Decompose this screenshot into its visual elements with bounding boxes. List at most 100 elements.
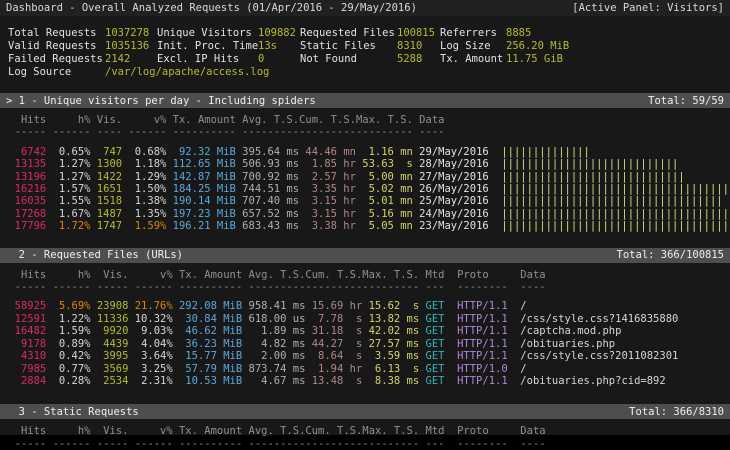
cell-cum: ---------	[305, 281, 362, 293]
cell-mtd: ---	[419, 438, 451, 450]
cell-proto: --------	[451, 281, 514, 293]
cell-max: 42.02 ms	[362, 325, 419, 337]
cell-bars: ||||||||||||||	[495, 146, 730, 158]
cell-proto: Proto	[451, 425, 514, 437]
cell-avg: 618.00 us	[242, 313, 305, 325]
cell-proto: HTTP/1.1	[451, 325, 514, 337]
cell-tx: ----------	[173, 281, 243, 293]
cell-max: 13.82 ms	[362, 313, 419, 325]
table-header-row: Hitsh%Vis.v%Tx. AmountAvg. T.S.Cum. T.S.…	[2, 269, 730, 281]
panel-total-badge: Total: 366/100815	[617, 249, 724, 261]
table-row[interactable]: 28840.28%25342.31%10.53 MiB4.67 ms13.48 …	[2, 375, 730, 387]
table-row[interactable]: 177961.72%17471.59%196.21 MiB683.43 ms3.…	[2, 220, 730, 232]
cell-avg: 873.74 ms	[242, 363, 305, 375]
cell-avg: Avg. T.S.	[242, 269, 305, 281]
cell-bars: |||||||||||||||||||||||||||||||||||||||	[495, 220, 730, 232]
table-row[interactable]: 125911.22%1133610.32%30.84 MiB618.00 us7…	[2, 313, 730, 325]
summary-label: Referrers	[440, 27, 506, 40]
cell-url: /	[514, 363, 527, 375]
table-row[interactable]: 131961.27%14221.29%142.87 MiB700.92 ms2.…	[2, 171, 730, 183]
cell-hits: 9178	[2, 338, 46, 350]
summary-label: Total Requests	[8, 27, 105, 40]
cell-avg: 4.82 ms	[242, 338, 305, 350]
cell-hits: Hits	[2, 269, 46, 281]
cell-date: 27/May/2016	[413, 171, 495, 183]
summary-value: 2142	[105, 53, 157, 66]
table-row[interactable]: 162161.57%16511.50%184.25 MiB744.51 ms3.…	[2, 183, 730, 195]
cell-hpct: 0.65%	[46, 146, 90, 158]
cell-hpct: ------	[46, 438, 90, 450]
cell-date: Data	[413, 114, 495, 126]
cell-vis: -----	[91, 281, 129, 293]
cell-hpct: ------	[46, 126, 90, 138]
table-row[interactable]: 589255.69%2390821.76%292.08 MiB958.41 ms…	[2, 300, 730, 312]
cell-hpct: 0.42%	[46, 350, 90, 362]
cell-vpct: 1.29%	[122, 171, 166, 183]
panel-requested-files: 2 - Requested Files (URLs) Total: 366/10…	[0, 248, 730, 388]
cell-vpct: 1.50%	[122, 183, 166, 195]
table-row[interactable]: 67420.65%7470.68%92.32 MiB395.64 ms44.46…	[2, 146, 730, 158]
table-row[interactable]: 91780.89%44394.04%36.23 MiB4.82 ms44.27 …	[2, 338, 730, 350]
cell-hits: 13196	[2, 171, 46, 183]
cell-hpct: 1.72%	[46, 220, 90, 232]
cell-vis: 3569	[91, 363, 129, 375]
cell-vpct: ------	[128, 281, 172, 293]
cell-hits: 4310	[2, 350, 46, 362]
cell-vis: 2534	[91, 375, 129, 387]
cell-max: ---------	[356, 126, 413, 138]
cell-tx: 92.32 MiB	[166, 146, 236, 158]
cell-mtd: GET	[419, 300, 451, 312]
cell-hits: 2884	[2, 375, 46, 387]
panel-header-visitors[interactable]: > 1 - Unique visitors per day - Includin…	[0, 93, 730, 108]
panel-header-requested-files[interactable]: 2 - Requested Files (URLs) Total: 366/10…	[0, 248, 730, 263]
cell-hpct: 1.22%	[46, 313, 90, 325]
cell-hpct: 0.77%	[46, 363, 90, 375]
cell-max: ---------	[362, 438, 419, 450]
summary-label: Not Found	[300, 53, 397, 66]
cell-vpct: 2.31%	[128, 375, 172, 387]
table-row[interactable]: 172681.67%14871.35%197.23 MiB657.52 ms3.…	[2, 208, 730, 220]
cell-url: ----	[514, 438, 546, 450]
cell-tx: 196.21 MiB	[166, 220, 236, 232]
table-dash-row: ----------------------------------------…	[2, 281, 730, 293]
cell-avg: ---------	[242, 281, 305, 293]
cell-date: 24/May/2016	[413, 208, 495, 220]
panel-total-badge: Total: 366/8310	[629, 406, 724, 418]
cell-cum: 1.85 hr	[299, 158, 356, 170]
table-row[interactable]: 160351.55%15181.38%190.14 MiB707.40 ms3.…	[2, 195, 730, 207]
table-row[interactable]: 164821.59%99209.03%46.62 MiB1.89 ms31.18…	[2, 325, 730, 337]
cell-hpct: h%	[46, 269, 90, 281]
cell-vis: ----	[91, 126, 123, 138]
panel-total-badge: Total: 59/59	[648, 95, 724, 107]
summary-value: 8310	[397, 40, 440, 53]
cell-vpct: 3.25%	[128, 363, 172, 375]
cell-avg: Avg. T.S.	[242, 425, 305, 437]
cell-vis: 747	[91, 146, 123, 158]
cell-cum: 13.48 s	[305, 375, 362, 387]
table-row[interactable]: 43100.42%39953.64%15.77 MiB2.00 ms8.64 s…	[2, 350, 730, 362]
cell-cum: ---------	[299, 126, 356, 138]
summary-label: Excl. IP Hits	[157, 53, 258, 66]
cell-hits: 12591	[2, 313, 46, 325]
cell-url: /	[514, 300, 527, 312]
table-row[interactable]: 131351.27%13001.18%112.65 MiB506.93 ms1.…	[2, 158, 730, 170]
panel-header-static-requests[interactable]: 3 - Static Requests Total: 366/8310	[0, 404, 730, 419]
cell-bars: ||||||||||||||||||||||||||||||||||||||	[495, 208, 730, 220]
cell-cum: Cum. T.S.	[305, 269, 362, 281]
visitors-table: Hitsh%Vis.v%Tx. AmountAvg. T.S.Cum. T.S.…	[0, 114, 730, 233]
cell-cum: 7.78 s	[305, 313, 362, 325]
cell-tx: 36.23 MiB	[173, 338, 243, 350]
cell-cum: 1.94 hr	[305, 363, 362, 375]
cell-proto: HTTP/1.1	[451, 350, 514, 362]
cell-cum: 44.46 mn	[299, 146, 356, 158]
cell-max: 5.02 mn	[356, 183, 413, 195]
summary-label: Init. Proc. Time	[157, 40, 258, 53]
cell-mtd: ---	[419, 281, 451, 293]
table-row[interactable]: 79850.77%35693.25%57.79 MiB873.74 ms1.94…	[2, 363, 730, 375]
cell-bars: ||||||||||||||||||||||||||||||||||||	[495, 183, 730, 195]
cell-vpct: 21.76%	[128, 300, 172, 312]
cell-hpct: 1.67%	[46, 208, 90, 220]
summary-value: 5288	[397, 53, 440, 66]
overall-summary: Total Requests1037278Unique Visitors1098…	[0, 27, 730, 79]
summary-value: 8885	[506, 27, 730, 40]
